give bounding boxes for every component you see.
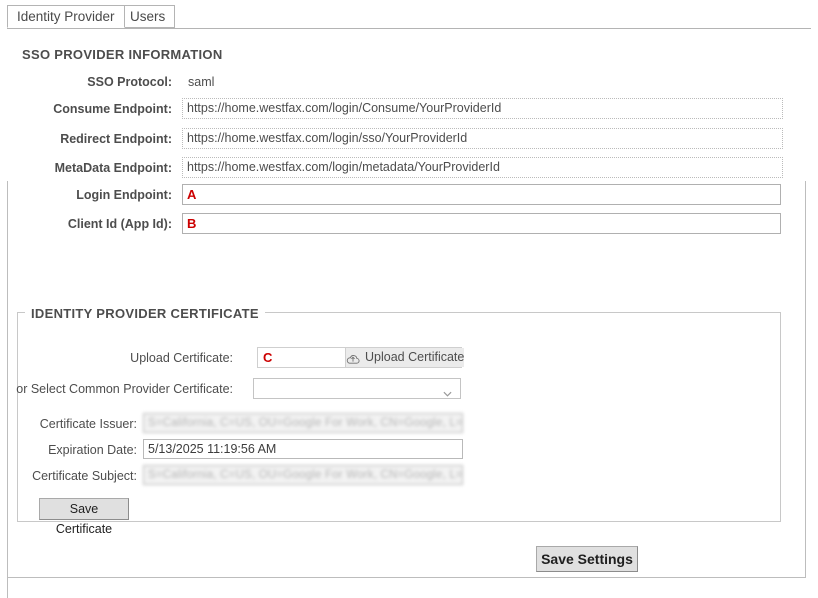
value-sso-protocol: saml	[188, 71, 214, 93]
save-certificate-button-label: Save Certificate	[56, 502, 112, 536]
input-expiration-date[interactable]: 5/13/2025 11:19:56 AM	[143, 439, 463, 459]
input-certificate-subject: S=California, C=US, OU=Google For Work, …	[143, 465, 463, 485]
chevron-down-icon	[443, 385, 452, 391]
save-settings-button[interactable]: Save Settings	[536, 546, 638, 572]
input-login-endpoint[interactable]: A	[182, 184, 781, 205]
row-sso-protocol: SSO Protocol: saml	[0, 71, 818, 93]
tab-users-label: Users	[130, 9, 165, 24]
label-certificate-issuer: Certificate Issuer:	[0, 413, 137, 435]
upload-certificate-button[interactable]: Upload Certificate	[345, 348, 464, 367]
row-certificate-issuer: Certificate Issuer: S=California, C=US, …	[0, 413, 818, 435]
label-redirect-endpoint: Redirect Endpoint:	[0, 128, 172, 150]
annotation-marker-a: A	[187, 187, 196, 202]
select-common-provider-certificate[interactable]	[253, 378, 461, 399]
row-redirect-endpoint: Redirect Endpoint: https://home.westfax.…	[0, 128, 818, 150]
label-expiration-date: Expiration Date:	[0, 439, 137, 461]
save-certificate-button[interactable]: Save Certificate	[39, 498, 129, 520]
annotation-marker-c: C	[258, 348, 345, 367]
input-client-id[interactable]: B	[182, 213, 781, 234]
tab-strip: Identity Provider Users	[7, 5, 811, 29]
row-login-endpoint: Login Endpoint: A	[0, 184, 818, 206]
tab-identity-provider[interactable]: Identity Provider	[7, 5, 125, 28]
tab-users[interactable]: Users	[120, 5, 175, 28]
identity-provider-certificate-legend: IDENTITY PROVIDER CERTIFICATE	[25, 306, 265, 321]
input-metadata-endpoint[interactable]: https://home.westfax.com/login/metadata/…	[182, 157, 783, 178]
sso-provider-information-heading: SSO PROVIDER INFORMATION	[22, 47, 223, 62]
annotation-marker-b: B	[187, 216, 196, 231]
label-metadata-endpoint: MetaData Endpoint:	[0, 157, 172, 179]
upload-certificate-button-label: Upload Certificate	[365, 348, 464, 367]
label-client-id: Client Id (App Id):	[0, 213, 172, 235]
tab-strip-underline	[7, 28, 811, 29]
panel-bottom-border	[7, 577, 806, 578]
label-sso-protocol: SSO Protocol:	[0, 71, 172, 93]
label-consume-endpoint: Consume Endpoint:	[0, 98, 172, 120]
input-certificate-issuer: S=California, C=US, OU=Google For Work, …	[143, 413, 463, 433]
row-certificate-subject: Certificate Subject: S=California, C=US,…	[0, 465, 818, 487]
input-consume-endpoint[interactable]: https://home.westfax.com/login/Consume/Y…	[182, 98, 783, 119]
label-certificate-subject: Certificate Subject:	[0, 465, 137, 487]
row-consume-endpoint: Consume Endpoint: https://home.westfax.c…	[0, 98, 818, 120]
label-login-endpoint: Login Endpoint:	[0, 184, 172, 206]
row-expiration-date: Expiration Date: 5/13/2025 11:19:56 AM	[0, 439, 818, 461]
label-upload-certificate: Upload Certificate:	[0, 347, 233, 369]
input-redirect-endpoint[interactable]: https://home.westfax.com/login/sso/YourP…	[182, 128, 783, 149]
upload-certificate-control[interactable]: C Upload Certificate	[257, 347, 462, 368]
row-metadata-endpoint: MetaData Endpoint: https://home.westfax.…	[0, 157, 818, 179]
tab-identity-provider-label: Identity Provider	[17, 9, 115, 24]
panel-tail-border	[7, 578, 8, 598]
row-client-id: Client Id (App Id): B	[0, 213, 818, 235]
save-settings-button-label: Save Settings	[541, 551, 633, 567]
label-select-common-provider-certificate: or Select Common Provider Certificate:	[0, 378, 233, 400]
cloud-upload-icon	[346, 352, 360, 363]
